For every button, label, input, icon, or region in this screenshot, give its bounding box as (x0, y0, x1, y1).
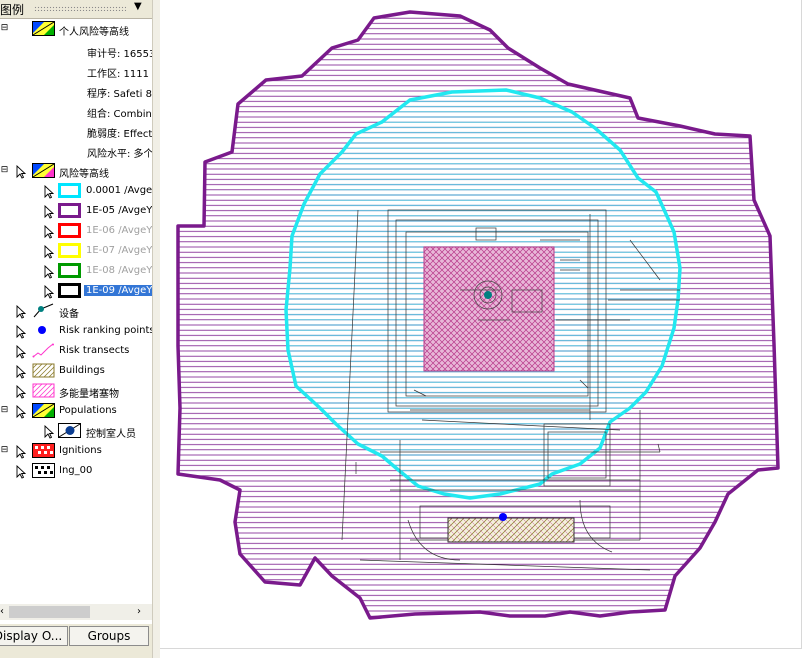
legend-horizontal-scrollbar[interactable]: ‹ › (0, 604, 152, 620)
legend-label: 0.0001 /AvgeY (86, 185, 152, 196)
legend-item-contour-1e-06[interactable]: 1E-06 /AvgeY (0, 222, 152, 242)
blue-dot-icon (38, 326, 46, 334)
collapse-icon[interactable]: ⊟ (0, 446, 9, 455)
legend-item-contour-1e-08[interactable]: 1E-08 /AvgeY (0, 262, 152, 282)
legend-item-risk-transects[interactable]: Risk transects (0, 342, 152, 362)
scrollbar-thumb[interactable] (9, 606, 90, 618)
individual-risk-layer-icon (32, 21, 55, 36)
pointer-icon (44, 285, 54, 299)
legend-label: 1E-07 /AvgeY (86, 245, 152, 256)
legend-item-buildings[interactable]: Buildings (0, 362, 152, 382)
buildings-hatch-icon (32, 363, 55, 378)
pointer-icon (16, 365, 26, 379)
populations-layer-icon (32, 403, 55, 418)
info-audit-number: 审计号: 16553 (87, 49, 152, 60)
legend-item-contour-1e-07[interactable]: 1E-07 /AvgeY (0, 242, 152, 262)
legend-item-congestion[interactable]: 多能量堵塞物 (0, 382, 152, 402)
legend-label: 1E-06 /AvgeY (86, 225, 152, 236)
legend-panel-title: 图例 (0, 3, 25, 17)
legend-label: Risk transects (59, 345, 130, 356)
risk-contours-layer-icon (32, 163, 55, 178)
tab-display-options[interactable]: Display O... (0, 626, 68, 646)
legend-panel-header: 图例 ▼ (0, 0, 152, 19)
pointer-icon (16, 345, 26, 359)
legend-label: 设备 (59, 309, 79, 320)
legend-label: Buildings (59, 365, 105, 376)
info-combination: 组合: Combina (87, 109, 152, 120)
pointer-icon (44, 205, 54, 219)
control-room-population-icon (58, 423, 81, 438)
red-contour-swatch-icon (58, 223, 81, 238)
tab-groups[interactable]: Groups (69, 626, 149, 646)
collapse-icon[interactable]: ⊟ (0, 406, 9, 415)
panel-menu-arrow-icon[interactable]: ▼ (134, 1, 142, 12)
info-risk-level: 风险水平: 多个 (87, 149, 152, 160)
pointer-icon (16, 385, 26, 399)
pointer-icon (16, 465, 26, 479)
legend-label: Populations (59, 405, 117, 416)
legend-group-risk-contours[interactable]: ⊟ 风险等高线 (0, 162, 152, 182)
legend-item-risk-ranking-points[interactable]: Risk ranking points (0, 322, 152, 342)
legend-item-equipment[interactable]: 设备 (0, 302, 152, 322)
purple-contour-swatch-icon (58, 203, 81, 218)
panel-drag-grip[interactable] (34, 6, 126, 11)
legend-item-contour-1e-04[interactable]: 0.0001 /AvgeY (0, 182, 152, 202)
legend-panel: 图例 ▼ ⊟ 个人风险等高线 审计号: 16553 工作区: 1111 程序: … (0, 0, 152, 658)
pointer-icon (44, 245, 54, 259)
scroll-right-icon[interactable]: › (137, 606, 141, 617)
pointer-icon (44, 185, 54, 199)
legend-group-individual-risk[interactable]: ⊟ 个人风险等高线 (0, 20, 152, 40)
legend-item-control-room[interactable]: 控制室人员 (0, 422, 152, 442)
legend-label: Ing_00 (59, 465, 93, 476)
legend-label: 1E-05 /AvgeY (86, 205, 152, 216)
legend-label-selected: 1E-09 /AvgeY (84, 285, 152, 296)
pointer-icon (44, 225, 54, 239)
legend-item-contour-1e-05[interactable]: 1E-05 /AvgeY (0, 202, 152, 222)
black-contour-swatch-icon (58, 283, 81, 298)
info-workspace: 工作区: 1111 (87, 69, 149, 80)
legend-item-ing-00[interactable]: Ing_00 (0, 462, 152, 482)
info-vulnerability: 脆弱度: Effect (87, 129, 152, 140)
collapse-icon[interactable]: ⊟ (0, 166, 9, 175)
transect-line-icon (32, 343, 54, 358)
congestion-hatch-icon (32, 383, 55, 398)
legend-label: Ignitions (59, 445, 102, 456)
pointer-icon (16, 445, 26, 459)
map-frame (160, 0, 802, 649)
legend-label: 个人风险等高线 (59, 27, 129, 38)
scroll-left-icon[interactable]: ‹ (0, 606, 4, 617)
pointer-icon (44, 425, 54, 439)
pointer-icon (16, 305, 26, 319)
collapse-icon[interactable]: ⊟ (0, 24, 9, 33)
cyan-contour-swatch-icon (58, 183, 81, 198)
legend-item-contour-1e-09[interactable]: 1E-09 /AvgeY (0, 282, 152, 302)
pointer-icon (16, 325, 26, 339)
pointer-icon (16, 165, 26, 179)
legend-label: 1E-08 /AvgeY (86, 265, 152, 276)
ignitions-layer-icon (32, 443, 55, 458)
ignition-points-icon (32, 463, 55, 478)
legend-label: Risk ranking points (59, 325, 152, 336)
legend-group-populations[interactable]: ⊟ Populations (0, 402, 152, 422)
legend-tab-bar: Display O... Groups (0, 624, 152, 658)
pointer-icon (16, 405, 26, 419)
legend-label: 控制室人员 (86, 429, 136, 440)
info-program: 程序: Safeti 8. (87, 89, 152, 100)
green-contour-swatch-icon (58, 263, 81, 278)
pointer-icon (44, 265, 54, 279)
equipment-icon (33, 303, 54, 318)
yellow-contour-swatch-icon (58, 243, 81, 258)
legend-label: 多能量堵塞物 (59, 389, 119, 400)
legend-group-ignitions[interactable]: ⊟ Ignitions (0, 442, 152, 462)
legend-label: 风险等高线 (59, 169, 109, 180)
